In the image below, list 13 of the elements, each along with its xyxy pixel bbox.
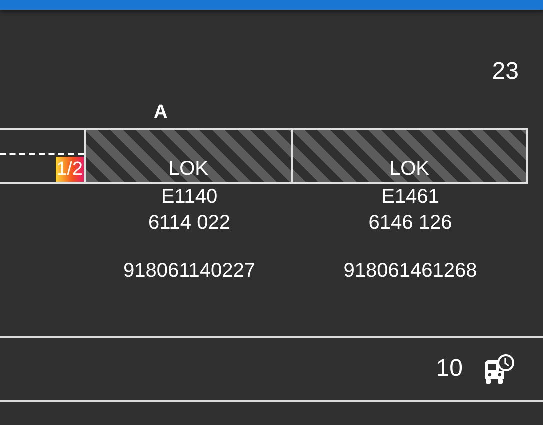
uic-number: 918061461268 <box>344 259 478 284</box>
locomotive-car[interactable]: LOK <box>86 128 293 184</box>
delay-count: 10 <box>436 354 463 384</box>
car-count: 23 <box>492 57 519 87</box>
locomotive-car[interactable]: LOK <box>293 128 528 184</box>
uic-number: 918061140227 <box>124 259 256 284</box>
section-label: A <box>154 100 168 125</box>
bus-clock-icon <box>483 352 515 386</box>
vehicle-number: E1140 <box>161 185 218 210</box>
vehicle-designation: 6146 126 <box>368 211 452 236</box>
class-badge: 1/2 <box>56 157 84 182</box>
vehicle-designation: 6114 022 <box>148 211 230 236</box>
vehicle-number: E1461 <box>382 185 440 210</box>
